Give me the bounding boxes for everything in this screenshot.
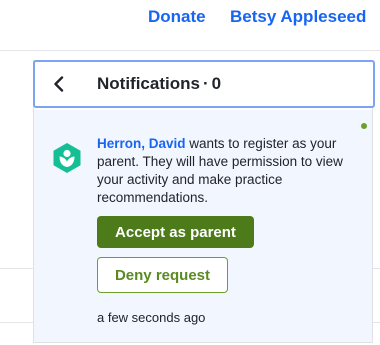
page-divider: [0, 50, 380, 51]
back-button[interactable]: [47, 69, 71, 99]
unread-indicator: [361, 123, 367, 129]
deny-request-button[interactable]: Deny request: [97, 257, 228, 293]
khan-academy-logo-icon: [52, 142, 82, 174]
notifications-title-text: Notifications: [97, 74, 200, 93]
title-separator: ·: [202, 74, 209, 93]
notification-timestamp: a few seconds ago: [97, 310, 206, 325]
notifications-header: Notifications · 0: [33, 60, 375, 108]
notifications-dropdown: Notifications · 0 Herron, David wants to r…: [33, 60, 375, 343]
donate-link[interactable]: Donate: [148, 7, 206, 27]
notification-item: Herron, David wants to register as your …: [34, 110, 372, 342]
requester-name-link[interactable]: Herron, David: [97, 136, 186, 151]
notification-message: Herron, David wants to register as your …: [97, 135, 359, 207]
notifications-title: Notifications · 0: [97, 74, 221, 94]
accept-as-parent-button[interactable]: Accept as parent: [97, 216, 254, 248]
notifications-count: 0: [211, 74, 222, 93]
user-menu-link[interactable]: Betsy Appleseed: [230, 7, 366, 27]
chevron-left-icon: [54, 76, 64, 92]
top-navigation: Donate Betsy Appleseed: [0, 0, 380, 40]
